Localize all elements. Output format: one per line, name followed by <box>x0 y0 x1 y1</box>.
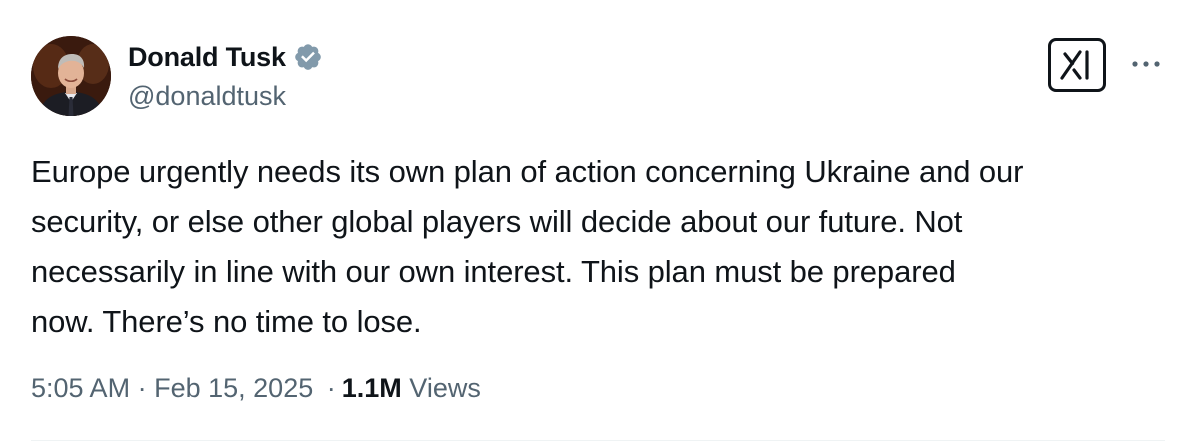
grok-button[interactable] <box>1048 38 1106 92</box>
tweet-text-line: Europe urgently needs its own plan of ac… <box>31 154 1024 189</box>
more-options-button[interactable] <box>1126 50 1166 78</box>
avatar[interactable] <box>31 36 111 116</box>
tweet-date: Feb 15, 2025 <box>154 373 314 403</box>
avatar-portrait-icon <box>31 36 111 116</box>
meta-separator: · <box>137 373 147 403</box>
tweet-text: Europe urgently needs its own plan of ac… <box>31 147 1171 347</box>
author-name-row: Donald Tusk <box>128 38 323 76</box>
author-handle[interactable]: @donaldtusk <box>128 78 286 114</box>
tweet-text-line: security, or else other global players w… <box>31 204 963 239</box>
verified-badge-icon[interactable] <box>293 42 323 72</box>
more-horizontal-icon <box>1132 61 1160 67</box>
views-label: Views <box>409 373 481 403</box>
tweet-time: 5:05 AM <box>31 373 131 403</box>
views-count[interactable]: 1.1M <box>342 373 402 403</box>
tweet-text-line: necessarily in line with our own interes… <box>31 254 956 289</box>
tweet-text-line: now. There’s no time to lose. <box>31 304 422 339</box>
grok-logo-icon <box>1060 50 1089 80</box>
author-display-name[interactable]: Donald Tusk <box>128 38 286 76</box>
meta-separator: · <box>326 373 336 403</box>
tweet-card: Donald Tusk @donaldtusk Europe urgently … <box>0 0 1196 444</box>
tweet-timestamp[interactable]: 5:05 AM · Feb 15, 2025 <box>31 373 313 403</box>
divider <box>31 440 1165 441</box>
tweet-meta: 5:05 AM · Feb 15, 2025 · 1.1M Views <box>31 370 481 406</box>
